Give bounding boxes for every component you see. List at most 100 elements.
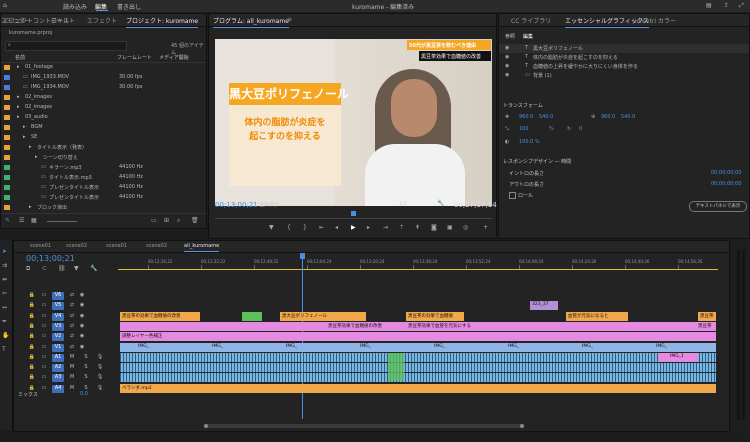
timeline-timecode[interactable]: 00;13;00;21 <box>26 254 75 263</box>
target-icon[interactable]: ▭ <box>40 292 48 300</box>
eye-icon[interactable]: ◉ <box>78 313 86 321</box>
add-marker-icon[interactable]: ▼ <box>74 265 79 272</box>
column-name[interactable]: 名前 <box>15 54 25 61</box>
project-item[interactable]: ▭ IMG_1933.MOV 30.00 fps <box>1 73 206 82</box>
item-color-label[interactable] <box>4 145 10 150</box>
eye-icon[interactable]: ◉ <box>505 72 509 78</box>
target-icon[interactable]: ▭ <box>40 344 48 352</box>
eye-icon[interactable]: ◉ <box>78 323 86 331</box>
pencil-icon[interactable]: ✎ <box>5 217 10 224</box>
track-name[interactable]: V4 <box>52 312 64 321</box>
tab-sequence-main[interactable]: all_kuromame <box>184 243 220 252</box>
icon-view-icon[interactable]: ▦ <box>31 217 37 224</box>
target-icon[interactable]: ▭ <box>40 354 48 362</box>
project-item[interactable]: ▭ プレゼンタイトル表示 44100 Hz <box>1 193 206 202</box>
project-item[interactable]: ▸ BGM <box>1 123 206 132</box>
tab-project[interactable]: プロジェクト: kuromame <box>126 16 199 28</box>
rotation-value[interactable]: 0 <box>579 126 582 132</box>
tab-text[interactable]: テキスト <box>51 16 75 25</box>
timeline-wrench-icon[interactable]: 🔧 <box>90 265 97 272</box>
fit-dropdown[interactable]: 全体表示 <box>259 201 279 208</box>
subtab-edit[interactable]: 編集 <box>523 33 533 40</box>
extract-icon[interactable]: ⇞ <box>415 224 420 231</box>
tab-cc-libraries[interactable]: CC ライブラリ <box>511 16 551 25</box>
step-forward-icon[interactable]: ▸ <box>367 224 370 231</box>
ripple-edit-icon[interactable]: ⇹ <box>2 276 7 283</box>
tab-program[interactable]: プログラム: all_kuromame <box>213 16 289 28</box>
wrench-icon[interactable]: 🔧 <box>437 200 444 207</box>
work-area-bar[interactable] <box>118 269 718 270</box>
position-x[interactable]: 960.0 <box>519 114 533 120</box>
eye-icon[interactable]: ◉ <box>78 292 86 300</box>
scrollbar-left-handle[interactable] <box>204 424 208 428</box>
clip-a4-bgm[interactable]: ベランダ.mp3 <box>120 383 716 393</box>
lock-icon[interactable]: 🔒 <box>28 302 36 310</box>
mic-icon[interactable]: 🎙 <box>96 374 104 382</box>
lock-icon[interactable]: 🔒 <box>28 292 36 300</box>
item-color-label[interactable] <box>4 205 10 210</box>
target-icon[interactable]: ▭ <box>40 364 48 372</box>
razor-icon[interactable]: ✂ <box>2 290 7 297</box>
clip-audio-green[interactable] <box>388 352 404 381</box>
track-name[interactable]: A2 <box>52 364 64 373</box>
opacity-value[interactable]: 100.0 % <box>519 139 540 145</box>
zoom-slider[interactable] <box>47 221 77 222</box>
sync-lock-icon[interactable]: ⇄ <box>68 323 76 331</box>
scale-value[interactable]: 100 <box>519 126 529 132</box>
project-search-input[interactable]: ⌕ <box>5 41 127 51</box>
timeline-scrollbar[interactable] <box>204 424 524 428</box>
subtab-browse[interactable]: 参照 <box>505 33 515 40</box>
track-name[interactable]: V1 <box>52 343 64 352</box>
clip-v4-title-2[interactable]: 黒大豆ポリフェノール <box>280 311 366 321</box>
vr-icon[interactable]: ◎ <box>463 224 468 231</box>
camera-icon[interactable]: ◙ <box>431 224 437 231</box>
mix-value[interactable]: 0.0 <box>80 391 88 397</box>
solo-button[interactable]: S <box>82 374 90 382</box>
lock-icon[interactable]: 🔒 <box>28 354 36 362</box>
clip-audio-a2[interactable] <box>120 363 716 373</box>
compare-icon[interactable]: ▣ <box>447 224 453 231</box>
search-footer-icon[interactable]: ⌕ <box>177 217 180 225</box>
eye-icon[interactable]: ◉ <box>78 333 86 341</box>
home-icon[interactable]: ⌂ <box>3 2 7 9</box>
selection-tool-icon[interactable]: ➤ <box>2 248 7 255</box>
solo-button[interactable]: S <box>82 354 90 362</box>
tab-sequence-4[interactable]: scene02 <box>146 243 167 249</box>
track-select-icon[interactable]: ⇉ <box>2 262 7 269</box>
new-bin-icon[interactable]: ▭ <box>151 217 157 224</box>
trash-icon[interactable]: 🗑 <box>191 217 199 224</box>
quick-export-icon[interactable]: ⇪ <box>724 2 729 9</box>
type-tool-icon[interactable]: T <box>2 346 6 353</box>
project-item[interactable]: ▸ タイトル表示（発表） <box>1 143 206 152</box>
outro-value[interactable]: 00;00;00;00 <box>711 181 742 187</box>
sync-lock-icon[interactable]: ⇄ <box>68 313 76 321</box>
mark-out-icon[interactable]: } <box>303 224 307 231</box>
tab-sequence-3[interactable]: scene01 <box>106 243 127 249</box>
graphics-layer[interactable]: ◉ T 黒大豆ポリフェノール <box>499 44 749 53</box>
project-item[interactable]: ▸ ブロック演出 <box>1 203 206 212</box>
column-media-start[interactable]: メディア開始 <box>159 54 189 61</box>
mic-icon[interactable]: 🎙 <box>96 364 104 372</box>
track-name[interactable]: V6 <box>52 292 64 300</box>
eye-icon[interactable]: ◉ <box>78 344 86 352</box>
project-item[interactable]: ▸ 02_images <box>1 103 206 112</box>
solo-button[interactable]: S <box>82 364 90 372</box>
sync-lock-icon[interactable]: ⇄ <box>68 292 76 300</box>
item-color-label[interactable] <box>4 75 10 80</box>
lift-icon[interactable]: ⇡ <box>399 224 404 231</box>
target-icon[interactable]: ▭ <box>40 302 48 310</box>
play-icon[interactable]: ▶ <box>351 224 356 231</box>
nest-icon[interactable]: ⧉ <box>26 265 30 273</box>
lock-icon[interactable]: 🔒 <box>28 323 36 331</box>
nav-tab-import[interactable]: 読み込み <box>63 2 87 11</box>
item-color-label[interactable] <box>4 85 10 90</box>
mute-button[interactable]: M <box>68 374 76 382</box>
roll-checkbox[interactable] <box>509 192 516 199</box>
lock-icon[interactable]: 🔒 <box>28 344 36 352</box>
project-item[interactable]: ▸ 03_audio <box>1 113 206 122</box>
quality-dropdown[interactable]: 1/2 <box>399 201 407 207</box>
tab-sequence-2[interactable]: scene02 <box>66 243 87 249</box>
item-color-label[interactable] <box>4 105 10 110</box>
tab-sequence-1[interactable]: scene01 <box>30 243 51 249</box>
project-item[interactable]: ▸ シーン切り替え <box>1 153 206 162</box>
